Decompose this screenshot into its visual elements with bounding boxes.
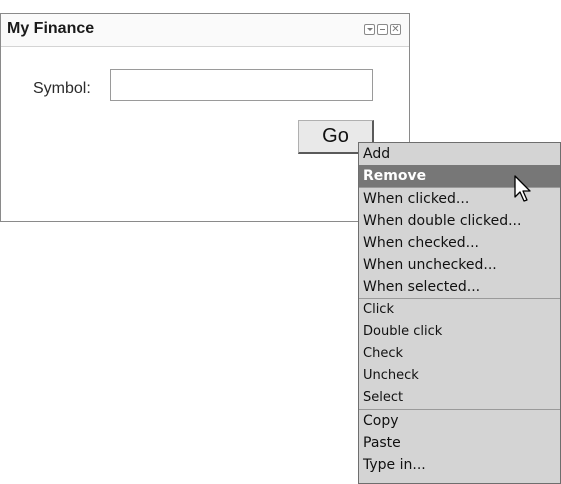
widget-titlebar[interactable]: My Finance ✕ [1, 14, 409, 47]
menu-item-click[interactable]: Click [359, 299, 560, 321]
close-icon[interactable]: ✕ [390, 24, 401, 35]
menu-item-copy[interactable]: Copy [359, 410, 560, 432]
minimize-icon[interactable] [377, 24, 388, 35]
context-menu-group: Copy Paste Type in... [359, 409, 560, 476]
menu-item-double-click[interactable]: Double click [359, 321, 560, 343]
menu-item-when-unchecked[interactable]: When unchecked... [359, 254, 560, 276]
menu-item-select[interactable]: Select [359, 387, 560, 409]
my-finance-widget: My Finance ✕ Symbol: Go [0, 13, 410, 222]
symbol-label: Symbol: [33, 80, 91, 97]
mouse-cursor-icon [514, 175, 531, 202]
menu-item-when-checked[interactable]: When checked... [359, 232, 560, 254]
menu-item-type-in[interactable]: Type in... [359, 454, 560, 476]
titlebar-controls: ✕ [364, 24, 401, 35]
symbol-input[interactable] [110, 69, 373, 101]
menu-icon[interactable] [364, 24, 375, 35]
menu-item-paste[interactable]: Paste [359, 432, 560, 454]
menu-item-when-selected[interactable]: When selected... [359, 276, 560, 298]
menu-item-when-double-clicked[interactable]: When double clicked... [359, 210, 560, 232]
menu-item-add[interactable]: Add [359, 143, 560, 165]
widget-title: My Finance [7, 20, 95, 37]
menu-item-uncheck[interactable]: Uncheck [359, 365, 560, 387]
context-menu-group: Click Double click Check Uncheck Select [359, 298, 560, 409]
context-menu-group: When clicked... When double clicked... Whe… [359, 187, 560, 298]
menu-item-check[interactable]: Check [359, 343, 560, 365]
